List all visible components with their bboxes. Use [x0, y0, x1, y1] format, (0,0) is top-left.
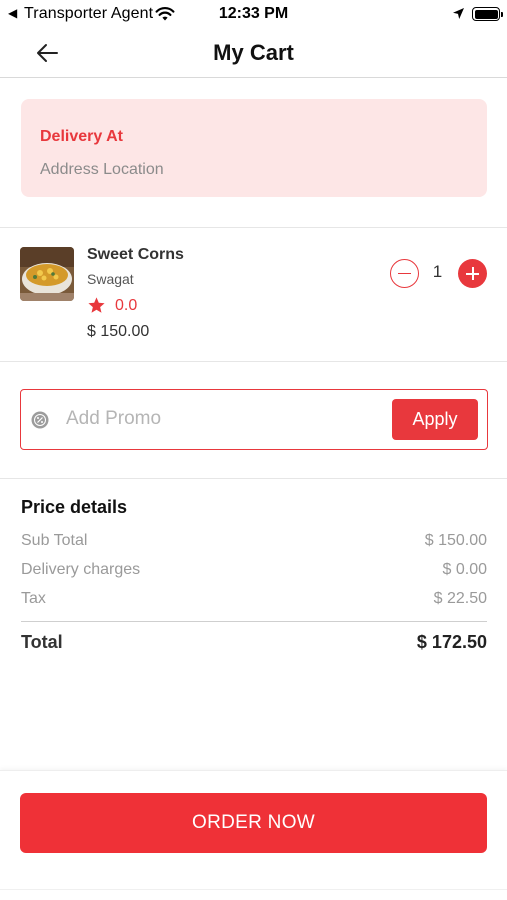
price-details-title: Price details — [21, 497, 128, 517]
total-label: Total — [21, 632, 63, 652]
promo-code-input[interactable] — [66, 404, 386, 434]
apply-promo-button[interactable]: Apply — [392, 399, 478, 440]
item-name: Sweet Corns — [87, 246, 184, 263]
quantity-value: 1 — [432, 262, 443, 281]
status-time: 12:33 PM — [218, 5, 289, 22]
delivery-address: Address Location — [40, 161, 164, 178]
minus-icon — [398, 272, 411, 275]
star-icon — [88, 297, 105, 313]
total-divider — [21, 621, 487, 622]
section-divider — [0, 361, 507, 362]
page-title: My Cart — [213, 40, 294, 65]
price-row-tax: Tax $ 22.50 — [21, 590, 487, 612]
delivery-address-card[interactable]: Delivery At Address Location — [21, 99, 487, 197]
price-row-value: $ 0.00 — [442, 561, 487, 578]
item-price: $ 150.00 — [87, 323, 150, 340]
location-arrow-icon — [453, 8, 464, 19]
price-row-label: Delivery charges — [21, 561, 141, 578]
increase-quantity-button[interactable] — [458, 259, 487, 288]
price-row-delivery: Delivery charges $ 0.00 — [21, 561, 487, 583]
promo-percent-icon — [31, 411, 49, 429]
section-divider — [0, 227, 507, 228]
total-value: $ 172.50 — [416, 632, 487, 652]
delivery-title: Delivery At — [40, 128, 123, 145]
order-now-button[interactable]: ORDER NOW — [20, 793, 487, 853]
section-divider — [0, 478, 507, 479]
status-bar: ◀ Transporter Agent 12:33 PM — [0, 0, 507, 30]
battery-icon — [472, 7, 503, 21]
promo-box: Apply — [20, 389, 488, 450]
price-row-value: $ 22.50 — [433, 590, 487, 607]
decrease-quantity-button[interactable] — [390, 259, 419, 288]
item-restaurant: Swagat — [87, 271, 134, 287]
price-row-label: Tax — [21, 590, 46, 607]
app-header: My Cart — [0, 30, 507, 78]
price-row-subtotal: Sub Total $ 150.00 — [21, 532, 487, 554]
price-row-label: Sub Total — [21, 532, 88, 549]
item-rating: 0.0 — [115, 297, 138, 314]
bottom-divider — [0, 889, 507, 890]
item-image — [20, 247, 74, 301]
price-row-value: $ 150.00 — [424, 532, 487, 549]
total-row: Total $ 172.50 — [21, 632, 487, 656]
